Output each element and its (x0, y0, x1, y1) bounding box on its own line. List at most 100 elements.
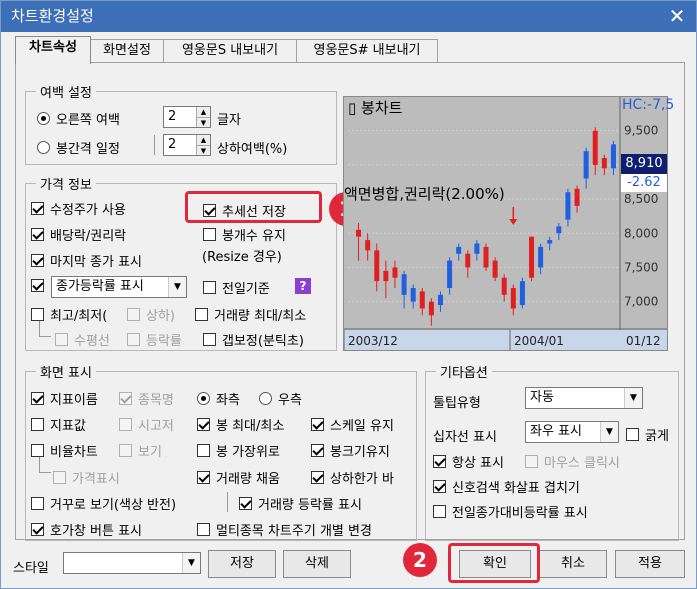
high-low-candle-checkbox[interactable]: 봉 최대/최소 (197, 415, 284, 434)
candle-top-checkbox[interactable]: 봉 가장위로 (197, 441, 280, 460)
y-tick-label: 7,500 (624, 260, 658, 274)
vol-rate-checkbox[interactable]: 거래량 등락률 표시 (239, 494, 362, 513)
checkbox-icon (433, 505, 446, 518)
rate-combo[interactable]: 종가등락률 표시 ▼ (51, 276, 187, 298)
ind-name-checkbox[interactable]: 지표이름 (31, 389, 98, 408)
radio-icon (37, 112, 50, 125)
group-title-price: 가격 정보 (36, 174, 96, 193)
candle-width-label: 봉크기유지 (330, 445, 390, 460)
delete-button[interactable]: 삭제 (283, 550, 351, 578)
ind-value-label: 지표값 (50, 419, 86, 434)
reverse-checkbox[interactable]: 거꾸로 보기(색상 반전) (31, 494, 176, 513)
checkbox-icon (239, 497, 252, 510)
candle-width-checkbox[interactable]: 봉크기유지 (311, 441, 390, 460)
group-title-screen: 화면 표시 (36, 362, 96, 381)
chevron-down-icon[interactable]: ▼ (168, 277, 186, 297)
checkbox-icon (127, 308, 140, 321)
checkbox-icon (119, 444, 132, 457)
tooltip-select[interactable]: 자동 ▼ (525, 387, 643, 409)
candle-body (592, 130, 598, 165)
tab-screen-settings[interactable]: 화면설정 (90, 39, 164, 63)
chart-title: ▯ 봉차트 (348, 99, 403, 117)
prev-close-label: 전일종가대비등락률 표시 (452, 506, 588, 521)
prev-close-checkbox[interactable]: 전일종가대비등락률 표시 (433, 502, 588, 521)
tab-chart-props[interactable]: 차트속성 (15, 36, 91, 64)
tab-export-s-sharp[interactable]: 영웅문S# 내보내기 (296, 39, 438, 63)
gap-checkbox[interactable]: 갭보정(분틱초) (203, 330, 304, 349)
mouse-click-label: 마우스 클릭시 (544, 456, 620, 471)
checkbox-icon (311, 418, 324, 431)
right-margin-radio[interactable]: 오른쪽 여백 (37, 109, 120, 128)
cancel-button[interactable]: 취소 (539, 550, 607, 578)
y-tick-label: 9,500 (624, 124, 658, 138)
checkbox-icon (31, 497, 44, 510)
spin-down-icon[interactable]: ▼ (196, 145, 210, 155)
interval-radio[interactable]: 봉간격 일정 (37, 138, 120, 157)
dividend-label: 배당락/권리락 (50, 229, 127, 244)
quote-btn-checkbox[interactable]: 호가창 버튼 표시 (31, 520, 142, 539)
scale-keep-checkbox[interactable]: 스케일 유지 (311, 415, 394, 434)
ind-value-checkbox[interactable]: 지표값 (31, 415, 86, 434)
checkbox-icon (197, 523, 210, 536)
interval-unit: 상하여백(%) (217, 142, 288, 157)
highlight-box-2 (448, 543, 540, 583)
signal-checkbox[interactable]: 신호검색 화살표 겹치기 (433, 477, 580, 496)
chevron-down-icon[interactable]: ▼ (624, 388, 642, 408)
tab-export-s[interactable]: 영웅문S 내보내기 (163, 39, 297, 63)
candle-body (374, 250, 380, 282)
rate-checkbox[interactable] (31, 279, 50, 292)
right-margin-stepper[interactable]: 2 ▲ ▼ (163, 106, 211, 128)
chevron-down-icon[interactable]: ▼ (600, 422, 618, 442)
interval-value: 2 (168, 137, 177, 152)
chart-preview: 9,5009,0008,5008,0007,5007,0002003/12200… (343, 96, 674, 351)
candle-body (410, 287, 416, 302)
chevron-down-icon[interactable]: ▼ (182, 553, 200, 573)
save-button[interactable]: 저장 (208, 550, 276, 578)
candle-body (565, 192, 571, 220)
limit-bar-checkbox[interactable]: 상하한가 바 (311, 468, 394, 487)
bold-checkbox[interactable]: 굵게 (626, 425, 669, 444)
adj-price-checkbox[interactable]: 수정주가 사용 (31, 199, 126, 218)
help-icon[interactable]: ? (295, 278, 311, 294)
candle-body (601, 158, 607, 169)
checkbox-icon (203, 228, 216, 241)
last-price-checkbox[interactable]: 마지막 종가 표시 (31, 251, 142, 270)
group-title-misc: 기타옵션 (436, 362, 492, 381)
vol-fill-checkbox[interactable]: 거래량 채움 (197, 468, 280, 487)
checkbox-icon (31, 228, 44, 241)
candle-body (547, 240, 553, 244)
checkbox-icon (53, 471, 66, 484)
right-radio[interactable]: 우측 (259, 389, 302, 408)
checkbox-icon (197, 418, 210, 431)
candle-body (492, 260, 498, 278)
spin-up-icon[interactable]: ▲ (196, 107, 210, 117)
apply-button[interactable]: 적용 (615, 550, 685, 578)
right-margin-unit: 글자 (217, 113, 241, 128)
candle-body (447, 260, 453, 288)
close-icon[interactable]: ✕ (664, 3, 690, 29)
last-price-label: 마지막 종가 표시 (50, 255, 142, 270)
spin-up-icon[interactable]: ▲ (196, 135, 210, 145)
checkbox-icon (433, 480, 446, 493)
price-view-label: 가격표시 (72, 472, 120, 487)
keep-count-label: 봉개수 유지 (222, 229, 286, 244)
prev-day-checkbox[interactable]: 전일기준 (203, 278, 270, 297)
vol-highlow-checkbox[interactable]: 거래량 최대/최소 (195, 305, 306, 324)
tree-line (39, 457, 51, 473)
keep-count-checkbox[interactable]: 봉개수 유지 (203, 225, 286, 244)
radio-icon (37, 141, 50, 154)
settings-window: 차트환경설정 ✕ 차트속성 화면설정 영웅문S 내보내기 영웅문S# 내보내기 … (0, 0, 697, 589)
spin-down-icon[interactable]: ▼ (196, 117, 210, 127)
dividend-checkbox[interactable]: 배당락/권리락 (31, 225, 126, 244)
view-checkbox: 보기 (119, 441, 162, 460)
multi-checkbox[interactable]: 멀티종목 차트주기 개별 변경 (197, 520, 372, 539)
cross-select[interactable]: 좌우 표시 ▼ (525, 421, 619, 443)
checkbox-icon (433, 455, 446, 468)
style-select[interactable]: ▼ (63, 552, 201, 574)
left-radio[interactable]: 좌측 (197, 389, 240, 408)
always-checkbox[interactable]: 항상 표시 (433, 452, 504, 471)
horizontal-checkbox: 수평선 (55, 330, 110, 349)
x-tick-label: 2004/01 (514, 334, 564, 348)
interval-stepper[interactable]: 2 ▲ ▼ (163, 134, 211, 156)
rate-sub-label: 등락률 (146, 334, 182, 349)
